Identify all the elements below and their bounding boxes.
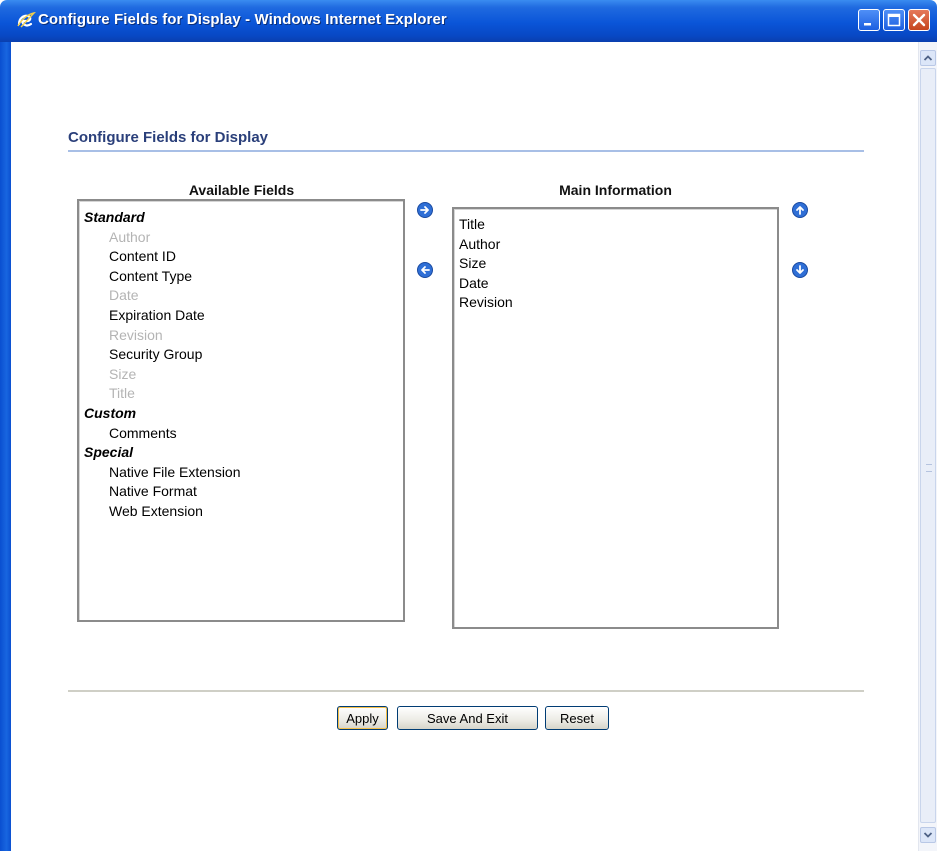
option-comments[interactable]: Comments — [84, 424, 403, 444]
move-down-button[interactable] — [792, 262, 808, 278]
title-bar[interactable]: Configure Fields for Display - Windows I… — [0, 0, 937, 42]
apply-button[interactable]: Apply — [337, 706, 388, 730]
scroll-thumb[interactable] — [920, 68, 936, 823]
option-native-format[interactable]: Native Format — [84, 482, 403, 502]
vertical-scrollbar[interactable] — [918, 42, 937, 851]
option-web-extension[interactable]: Web Extension — [84, 502, 403, 522]
option-date: Date — [109, 287, 139, 304]
window-title: Configure Fields for Display - Windows I… — [38, 11, 447, 28]
group-special: Special — [84, 444, 134, 461]
option-security-group[interactable]: Security Group — [84, 345, 403, 365]
option-native-file-extension[interactable]: Native File Extension — [84, 463, 403, 483]
option-size: Size — [109, 365, 137, 382]
window-frame — [0, 42, 11, 851]
option-content-id[interactable]: Content ID — [84, 247, 403, 267]
title-divider — [68, 150, 864, 152]
close-button[interactable] — [908, 9, 930, 31]
minimize-button[interactable] — [858, 9, 880, 31]
reset-button[interactable]: Reset — [545, 706, 609, 730]
main-information-list[interactable]: Title Author Size Date Revision — [452, 207, 779, 629]
option-revision: Revision — [109, 326, 163, 343]
add-field-button[interactable] — [417, 202, 433, 218]
option-content-type[interactable]: Content Type — [84, 267, 403, 287]
group-standard: Standard — [84, 209, 145, 225]
main-information-heading: Main Information — [559, 182, 672, 198]
scroll-grip — [926, 464, 932, 472]
scroll-up-button[interactable] — [920, 50, 936, 66]
available-fields-heading: Available Fields — [188, 182, 295, 198]
close-icon — [912, 13, 926, 27]
footer-divider — [68, 690, 864, 692]
chevron-up-icon — [923, 55, 933, 61]
list-item[interactable]: Size — [459, 254, 777, 274]
list-item[interactable]: Title — [459, 215, 777, 235]
list-item[interactable]: Date — [459, 274, 777, 294]
option-title: Title — [109, 385, 135, 402]
group-custom: Custom — [84, 404, 137, 421]
remove-field-button[interactable] — [417, 262, 433, 278]
option-expiration-date[interactable]: Expiration Date — [84, 306, 403, 326]
list-item[interactable]: Revision — [459, 293, 777, 313]
browser-window: Configure Fields for Display - Windows I… — [0, 0, 937, 851]
maximize-icon — [887, 13, 901, 27]
save-and-exit-button[interactable]: Save And Exit — [397, 706, 538, 730]
available-fields-list[interactable]: Standard Author Content ID Content Type … — [77, 199, 405, 622]
maximize-button[interactable] — [883, 9, 905, 31]
move-up-button[interactable] — [792, 202, 808, 218]
minimize-icon — [864, 23, 871, 26]
list-item[interactable]: Author — [459, 235, 777, 255]
option-author: Author — [109, 228, 151, 245]
scroll-down-button[interactable] — [920, 827, 936, 843]
ie-logo-icon — [17, 11, 36, 28]
page-title: Configure Fields for Display — [68, 129, 269, 146]
chevron-down-icon — [923, 832, 933, 838]
